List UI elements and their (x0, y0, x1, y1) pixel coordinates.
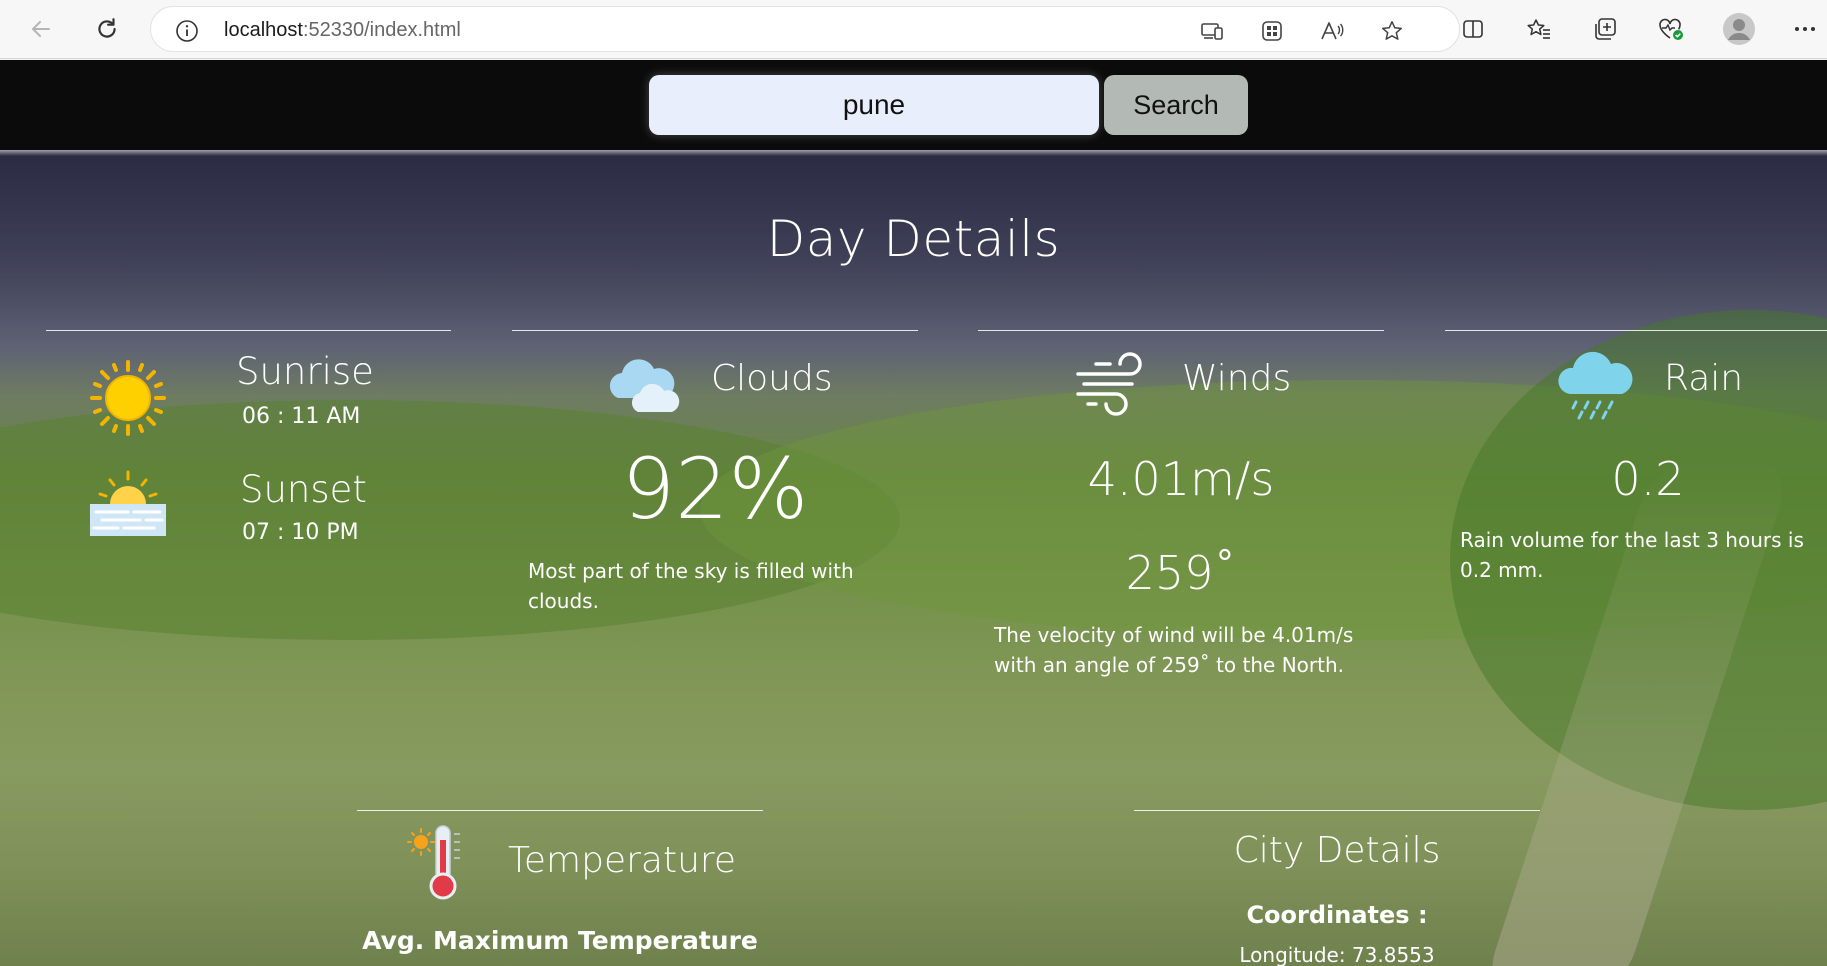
thermometer-icon (406, 822, 472, 906)
sunrise-time: 06 : 11 AM (242, 404, 361, 429)
url-path: :52330/index.html (302, 19, 461, 41)
city-search-input[interactable] (649, 75, 1099, 135)
winds-label: Winds (1182, 358, 1292, 399)
cloud-icon (604, 350, 684, 424)
device-icon[interactable] (1199, 18, 1225, 44)
sun-icon (88, 358, 168, 442)
site-info-icon[interactable] (175, 19, 199, 47)
more-options-icon[interactable] (1786, 10, 1824, 48)
favorites-icon[interactable] (1520, 10, 1558, 48)
search-header: Search (0, 60, 1827, 150)
clouds-label: Clouds (711, 358, 833, 399)
clouds-description: Most part of the sky is filled with clou… (528, 559, 854, 613)
back-arrow-icon (32, 21, 50, 37)
card-divider (1445, 330, 1827, 331)
back-button[interactable] (22, 10, 60, 48)
avg-max-temperature-label: Avg. Maximum Temperature (362, 926, 758, 955)
clouds-value: 92% (621, 440, 809, 538)
card-divider (978, 330, 1384, 331)
sunset-time: 07 : 10 PM (242, 520, 359, 545)
browser-toolbar: localhost:52330/index.html (0, 0, 1827, 59)
temperature-label: Temperature (508, 840, 737, 881)
page-content: Search Day Details Sunrise 06 : (0, 60, 1827, 966)
city-details-label: City Details (1233, 830, 1441, 871)
sunset-label: Sunset (240, 468, 367, 511)
read-aloud-icon[interactable] (1319, 18, 1345, 44)
coordinates-label: Coordinates : (1246, 901, 1428, 929)
profile-avatar[interactable] (1720, 10, 1758, 48)
sunrise-label: Sunrise (236, 350, 374, 393)
search-button[interactable]: Search (1104, 75, 1248, 135)
favorite-star-icon[interactable] (1379, 18, 1405, 44)
address-bar[interactable]: localhost:52330/index.html (150, 6, 1460, 52)
card-divider (357, 810, 763, 811)
rain-value: 0.2 (1611, 452, 1685, 506)
page-title: Day Details (766, 210, 1061, 268)
card-divider (46, 330, 451, 331)
rain-cloud-icon (1556, 344, 1636, 428)
browser-essentials-icon[interactable] (1652, 10, 1690, 48)
rain-label: Rain (1664, 358, 1744, 399)
rain-description: Rain volume for the last 3 hours is 0.2 … (1460, 528, 1804, 582)
card-divider (512, 330, 918, 331)
refresh-button[interactable] (88, 10, 126, 48)
url-text[interactable]: localhost:52330/index.html (224, 19, 461, 42)
collections-icon[interactable] (1586, 10, 1624, 48)
split-screen-icon[interactable] (1454, 10, 1492, 48)
wind-icon (1074, 350, 1156, 424)
winds-description: The velocity of wind will be 4.01m/s wit… (994, 623, 1354, 677)
sunset-icon (88, 470, 168, 544)
card-divider (1134, 810, 1540, 811)
url-host: localhost (224, 19, 303, 41)
refresh-icon (98, 18, 116, 38)
longitude-value: Longitude: 73.8553 (1239, 943, 1435, 966)
wind-speed: 4.01m/s (1087, 452, 1275, 506)
wind-angle: 259˚ (1125, 546, 1237, 600)
apps-icon[interactable] (1259, 18, 1285, 44)
